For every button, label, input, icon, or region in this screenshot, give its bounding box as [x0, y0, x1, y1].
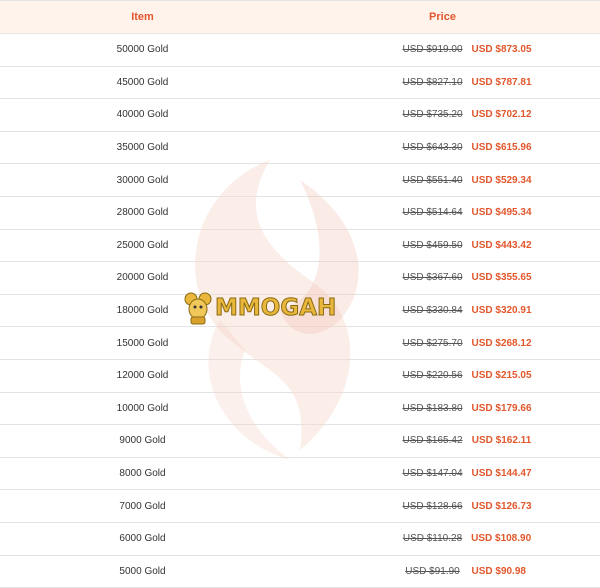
original-price: USD $367.60	[402, 272, 462, 283]
original-price: USD $165.42	[402, 435, 462, 446]
table-row: 10000 Gold USD $183.80 USD $179.66	[0, 393, 600, 426]
price-cell: USD $514.64 USD $495.34	[285, 207, 600, 218]
discount-price: USD $787.81	[471, 77, 533, 88]
original-price: USD $91.90	[405, 566, 459, 577]
price-cell: USD $643.30 USD $615.96	[285, 142, 600, 153]
discount-price: USD $215.05	[471, 370, 533, 381]
table-row: 5000 Gold USD $91.90 USD $90.98	[0, 556, 600, 588]
item-name: 30000 Gold	[0, 175, 285, 186]
table-row: 25000 Gold USD $459.50 USD $443.42	[0, 230, 600, 263]
discount-price: USD $144.47	[471, 468, 533, 479]
original-price: USD $330.84	[402, 305, 462, 316]
price-cell: USD $110.28 USD $108.90	[285, 533, 600, 544]
original-price: USD $110.28	[403, 533, 462, 544]
discount-price: USD $702.12	[471, 109, 533, 120]
price-cell: USD $459.50 USD $443.42	[285, 240, 600, 251]
original-price: USD $514.64	[402, 207, 462, 218]
discount-price: USD $90.98	[468, 566, 530, 577]
table-row: 30000 Gold USD $551.40 USD $529.34	[0, 164, 600, 197]
discount-price: USD $108.90	[470, 533, 532, 544]
item-name: 25000 Gold	[0, 240, 285, 251]
discount-price: USD $179.66	[471, 403, 533, 414]
price-table: Item Price 50000 Gold USD $919.00 USD $873…	[0, 0, 600, 587]
discount-price: USD $495.34	[471, 207, 533, 218]
discount-price: USD $320.91	[471, 305, 533, 316]
discount-price: USD $443.42	[471, 240, 533, 251]
table-row: 18000 Gold USD $330.84 USD $320.91	[0, 295, 600, 328]
price-cell: USD $165.42 USD $162.11	[285, 435, 600, 446]
table-row: 45000 Gold USD $827.10 USD $787.81	[0, 67, 600, 100]
item-name: 45000 Gold	[0, 77, 285, 88]
price-cell: USD $919.00 USD $873.05	[285, 44, 600, 55]
table-header: Item Price	[0, 1, 600, 34]
item-column-header: Item	[0, 11, 285, 23]
item-name: 40000 Gold	[0, 109, 285, 120]
table-row: 15000 Gold USD $275.70 USD $268.12	[0, 327, 600, 360]
discount-price: USD $529.34	[471, 175, 533, 186]
price-cell: USD $147.04 USD $144.47	[285, 468, 600, 479]
table-row: 35000 Gold USD $643.30 USD $615.96	[0, 132, 600, 165]
original-price: USD $220.56	[402, 370, 462, 381]
table-row: 7000 Gold USD $128.66 USD $126.73	[0, 490, 600, 523]
discount-price: USD $873.05	[471, 44, 533, 55]
price-cell: USD $551.40 USD $529.34	[285, 175, 600, 186]
original-price: USD $459.50	[402, 240, 462, 251]
item-name: 50000 Gold	[0, 44, 285, 55]
price-cell: USD $91.90 USD $90.98	[285, 566, 600, 577]
table-row: 9000 Gold USD $165.42 USD $162.11	[0, 425, 600, 458]
item-name: 35000 Gold	[0, 142, 285, 153]
item-name: 10000 Gold	[0, 403, 285, 414]
original-price: USD $128.66	[402, 501, 462, 512]
item-name: 9000 Gold	[0, 435, 285, 446]
table-row: 20000 Gold USD $367.60 USD $355.65	[0, 262, 600, 295]
item-name: 7000 Gold	[0, 501, 285, 512]
original-price: USD $275.70	[402, 338, 462, 349]
table-row: 8000 Gold USD $147.04 USD $144.47	[0, 458, 600, 491]
price-column-header: Price	[285, 11, 600, 23]
price-cell: USD $220.56 USD $215.05	[285, 370, 600, 381]
discount-price: USD $162.11	[471, 435, 533, 446]
discount-price: USD $268.12	[471, 338, 533, 349]
original-price: USD $183.80	[402, 403, 462, 414]
table-row: 12000 Gold USD $220.56 USD $215.05	[0, 360, 600, 393]
original-price: USD $735.20	[402, 109, 462, 120]
item-name: 18000 Gold	[0, 305, 285, 316]
original-price: USD $919.00	[402, 44, 462, 55]
discount-price: USD $126.73	[471, 501, 533, 512]
table-body: 50000 Gold USD $919.00 USD $873.05 45000 Go…	[0, 34, 600, 588]
item-name: 15000 Gold	[0, 338, 285, 349]
item-name: 5000 Gold	[0, 566, 285, 577]
price-cell: USD $735.20 USD $702.12	[285, 109, 600, 120]
price-cell: USD $827.10 USD $787.81	[285, 77, 600, 88]
price-cell: USD $128.66 USD $126.73	[285, 501, 600, 512]
original-price: USD $827.10	[402, 77, 462, 88]
item-name: 6000 Gold	[0, 533, 285, 544]
original-price: USD $643.30	[402, 142, 462, 153]
price-cell: USD $275.70 USD $268.12	[285, 338, 600, 349]
price-cell: USD $367.60 USD $355.65	[285, 272, 600, 283]
item-name: 28000 Gold	[0, 207, 285, 218]
table-row: 28000 Gold USD $514.64 USD $495.34	[0, 197, 600, 230]
original-price: USD $551.40	[402, 175, 462, 186]
item-name: 8000 Gold	[0, 468, 285, 479]
original-price: USD $147.04	[402, 468, 462, 479]
item-name: 12000 Gold	[0, 370, 285, 381]
discount-price: USD $615.96	[471, 142, 533, 153]
table-row: 6000 Gold USD $110.28 USD $108.90	[0, 523, 600, 556]
price-cell: USD $330.84 USD $320.91	[285, 305, 600, 316]
table-row: 40000 Gold USD $735.20 USD $702.12	[0, 99, 600, 132]
price-cell: USD $183.80 USD $179.66	[285, 403, 600, 414]
discount-price: USD $355.65	[471, 272, 533, 283]
table-row: 50000 Gold USD $919.00 USD $873.05	[0, 34, 600, 67]
item-name: 20000 Gold	[0, 272, 285, 283]
